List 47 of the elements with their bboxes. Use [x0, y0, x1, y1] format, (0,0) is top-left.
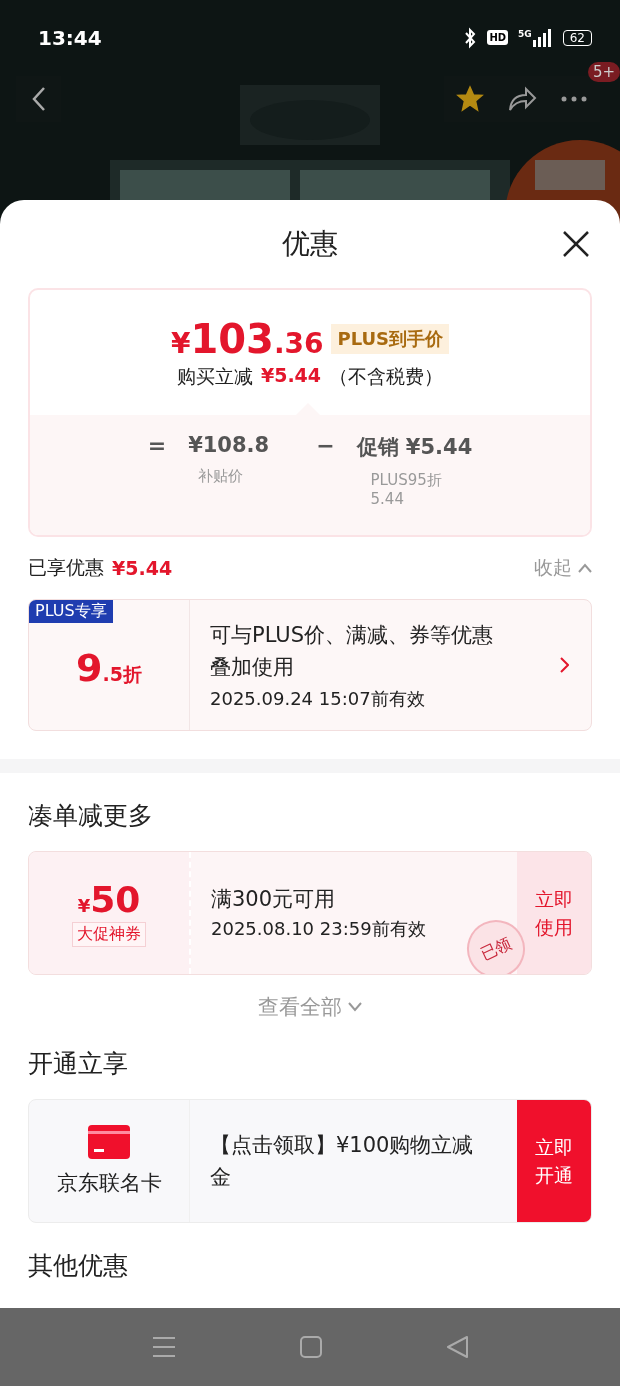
validity-text: 2025.09.24 15:07前有效: [210, 687, 426, 711]
discount-card[interactable]: PLUS专享 9.5折 可与PLUS价、满减、券等优惠叠加使用 2025.09.24 15:07前有效: [28, 599, 592, 731]
tax-note: （不含税费）: [329, 363, 444, 389]
price-note: 补贴价: [197, 467, 245, 486]
discount-amount: ¥5.44: [112, 557, 173, 579]
price-amount: ¥108.8: [188, 433, 271, 457]
home-icon[interactable]: [300, 1336, 322, 1358]
coupon-type: 大促神券: [72, 922, 146, 947]
discount-description: 可与PLUS价、满减、券等优惠叠加使用: [210, 622, 495, 681]
offer-description: 【点击领取】¥100购物立减金: [210, 1132, 475, 1191]
more-icon: [561, 96, 587, 102]
network-type: 5G: [518, 28, 532, 39]
plus-tag: PLUS专享: [29, 600, 113, 623]
share-icon: [507, 86, 537, 112]
section-title: 开通立享: [28, 1048, 129, 1080]
hd-indicator: HD: [487, 30, 509, 45]
sheet-title: 优惠: [282, 226, 338, 262]
use-now-button[interactable]: 立即使用: [517, 852, 591, 974]
discount-label: 已享优惠: [28, 555, 104, 580]
price-amount: 促销 ¥5.44: [356, 434, 473, 461]
coupon-condition: 满300元可用: [211, 886, 337, 913]
view-all-button[interactable]: 查看全部: [258, 993, 362, 1021]
collapse-toggle[interactable]: 收起: [534, 555, 592, 581]
back-icon: [31, 86, 46, 112]
reduce-label: 购买立减: [176, 363, 253, 389]
section-title: 其他优惠: [28, 1250, 129, 1282]
reduce-amount: ¥5.44: [260, 363, 322, 388]
coupon-amount: ¥50: [77, 879, 141, 920]
close-icon: [562, 230, 590, 258]
signal-icon: [532, 28, 553, 47]
bluetooth-icon: [463, 26, 478, 49]
back-icon[interactable]: [446, 1336, 468, 1358]
menu-icon[interactable]: [152, 1336, 176, 1358]
price-note: PLUS95折 5.44: [369, 471, 443, 508]
credit-card-icon: [88, 1125, 130, 1159]
price-tag: PLUS到手价: [331, 323, 450, 354]
battery-icon: 62: [562, 29, 592, 46]
validity-text: 2025.08.10 23:59前有效: [211, 917, 427, 941]
operator-sign: −: [316, 433, 335, 460]
chevron-right-icon: [560, 657, 569, 673]
discount-value: 9.5折: [76, 646, 142, 690]
section-title: 凑单减更多: [28, 800, 154, 832]
clock-time: 13:44: [38, 25, 102, 50]
card-name: 京东联名卡: [56, 1170, 162, 1197]
operator-sign: =: [147, 433, 167, 460]
open-now-button[interactable]: 立即开通: [517, 1100, 591, 1222]
final-price: ¥103.36: [170, 315, 324, 362]
